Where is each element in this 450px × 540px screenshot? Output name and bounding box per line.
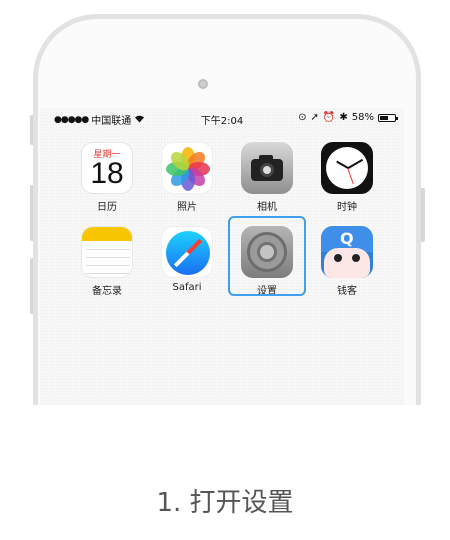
app-calendar[interactable]: 星期一 18 日历 — [75, 142, 139, 213]
calendar-day: 18 — [90, 157, 124, 190]
location-icon: ➚ — [310, 112, 319, 123]
app-photos[interactable]: 照片 — [155, 142, 219, 213]
app-camera[interactable]: 相机 — [235, 142, 299, 213]
photos-icon — [161, 142, 213, 194]
compass-icon — [161, 226, 213, 278]
alarm-icon: ⏰ — [322, 112, 336, 123]
settings-highlight-box — [228, 216, 306, 296]
camera-icon — [241, 142, 293, 194]
app-label-notes: 备忘录 — [92, 286, 122, 297]
app-safari[interactable]: Safari — [155, 226, 219, 293]
app-qianke[interactable]: Q 钱客 — [315, 226, 379, 297]
front-camera-dot — [198, 79, 208, 89]
app-clock[interactable]: 时钟 — [315, 142, 379, 213]
app-label-calendar: 日历 — [97, 202, 117, 213]
page-background — [0, 405, 450, 540]
app-label-safari: Safari — [172, 282, 202, 293]
bluetooth-icon: ✱ — [339, 112, 348, 123]
rotation-lock-icon: ⊙ — [298, 112, 307, 123]
app-label-qianke: 钱客 — [337, 286, 357, 297]
battery-percent: 58% — [351, 112, 374, 123]
step-caption: 1. 打开设置 — [156, 488, 294, 518]
qianke-mascot-icon: Q — [321, 226, 373, 278]
qianke-icon-letter: Q — [340, 229, 354, 248]
battery-icon — [378, 113, 398, 122]
app-label-photos: 照片 — [177, 202, 197, 213]
app-label-camera: 相机 — [257, 202, 277, 213]
app-notes[interactable]: 备忘录 — [75, 226, 139, 297]
calendar-icon: 星期一 18 — [81, 142, 133, 194]
clock-icon — [321, 142, 373, 194]
app-label-clock: 时钟 — [337, 202, 357, 213]
status-bar: ●●●●● 中国联通 下午2:04 ⊙ ➚ ⏰ ✱ 58% — [40, 108, 404, 128]
notes-icon — [81, 226, 133, 278]
